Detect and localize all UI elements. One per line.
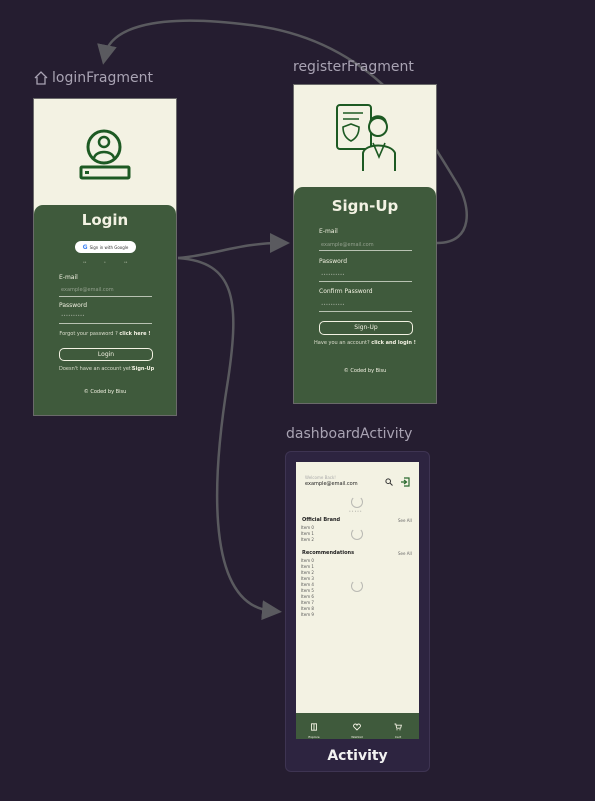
banner-loading-spinner <box>351 496 363 508</box>
register-email-underline <box>319 250 412 251</box>
register-footer: © Coded by Bisu <box>343 368 387 374</box>
official-loading-spinner <box>351 528 363 540</box>
recommendation-item[interactable]: Item 8 <box>301 606 314 611</box>
recommendation-item[interactable]: Item 7 <box>301 600 314 605</box>
google-signin-label: Sign in with Google <box>89 244 129 250</box>
official-item[interactable]: Item 2 <box>301 537 314 542</box>
google-icon: G <box>82 243 88 251</box>
login-email-label: E-mail <box>59 274 78 281</box>
arrow-login-to-dashboard <box>177 256 282 621</box>
recommendation-item[interactable]: Item 6 <box>301 594 314 599</box>
login-password-input[interactable]: •••••••••• <box>61 313 85 318</box>
home-icon <box>34 71 48 85</box>
recommendations-title: Recommendations <box>302 550 355 556</box>
dashboard-destination-label[interactable]: dashboardActivity <box>286 426 412 442</box>
user-email: example@email.com <box>305 481 358 487</box>
register-title: Sign-Up <box>331 197 399 215</box>
login-screen[interactable]: Login G Sign in with Google •• • •• E-ma… <box>33 98 177 416</box>
forgot-password-link[interactable]: click here ! <box>119 331 150 337</box>
nav-cart[interactable]: Cart <box>388 716 408 739</box>
wishlist-icon <box>353 723 361 731</box>
confirm-password-label: Confirm Password <box>319 288 373 295</box>
nav-explore-label: Explore <box>308 735 320 739</box>
login-email-underline <box>59 296 152 297</box>
signup-link[interactable]: Sign-Up <box>132 366 154 372</box>
profile-illustration <box>336 104 396 171</box>
register-password-label: Password <box>319 258 348 265</box>
nav-explore[interactable]: Explore <box>304 716 324 739</box>
no-account-text: Doesn't have an account yet? <box>59 366 134 372</box>
confirm-password-input[interactable]: •••••••••• <box>321 302 345 307</box>
nav-wishlist-label: Wishlist <box>351 735 363 739</box>
recommendations-loading-spinner <box>351 580 363 592</box>
activity-caption: Activity <box>327 748 388 764</box>
recommendation-item[interactable]: Item 5 <box>301 588 314 593</box>
divider-dot-3: •• <box>124 260 128 264</box>
dashboard-screen[interactable]: Welcome Back! example@email.com • • • • … <box>296 462 419 739</box>
nav-wishlist[interactable]: Wishlist <box>347 716 367 739</box>
official-brand-title: Official Brand <box>302 517 341 523</box>
recommendation-item[interactable]: Item 2 <box>301 570 314 575</box>
nav-cart-label: Cart <box>394 735 402 739</box>
register-email-input[interactable]: example@email.com <box>321 242 374 248</box>
login-destination-label[interactable]: loginFragment <box>52 70 153 86</box>
register-email-label: E-mail <box>319 228 338 235</box>
user-account-icon <box>79 129 131 180</box>
recommendation-item[interactable]: Item 9 <box>301 612 314 617</box>
register-panel: Sign-Up E-mail example@email.com Passwor… <box>294 187 436 403</box>
register-screen[interactable]: Sign-Up E-mail example@email.com Passwor… <box>293 84 437 404</box>
google-signin-button[interactable]: G Sign in with Google <box>75 241 136 253</box>
register-password-underline <box>319 281 412 282</box>
login-link[interactable]: click and login ! <box>371 340 416 346</box>
login-button[interactable]: Login <box>59 348 153 361</box>
official-item[interactable]: Item 0 <box>301 525 314 530</box>
signup-button[interactable]: Sign-Up <box>319 321 413 335</box>
see-all-official[interactable]: See All <box>398 518 412 523</box>
login-footer: © Coded by Bisu <box>83 389 127 395</box>
arrow-login-to-register <box>177 233 290 260</box>
register-password-input[interactable]: •••••••••• <box>321 272 345 277</box>
login-password-label: Password <box>59 302 88 309</box>
search-icon[interactable] <box>385 478 393 486</box>
recommendation-item[interactable]: Item 1 <box>301 564 314 569</box>
see-all-recommendations[interactable]: See All <box>398 551 412 556</box>
register-destination-label[interactable]: registerFragment <box>293 59 414 75</box>
login-destination-header: loginFragment <box>33 70 153 86</box>
login-email-input[interactable]: example@email.com <box>61 287 114 293</box>
banner-page-dots: • • • • • <box>349 509 362 513</box>
welcome-text: Welcome Back! <box>305 475 336 480</box>
login-password-underline <box>59 323 152 324</box>
have-account-row: Have you an account? click and login ! <box>294 340 436 346</box>
forgot-password-text: Forgot your password ? <box>59 331 118 337</box>
cart-icon <box>394 723 402 731</box>
bottom-navigation: Explore Wishlist Cart <box>296 713 419 739</box>
explore-icon <box>311 723 317 731</box>
login-panel: Login G Sign in with Google •• • •• E-ma… <box>34 205 176 415</box>
recommendation-item[interactable]: Item 0 <box>301 558 314 563</box>
recommendation-item[interactable]: Item 4 <box>301 582 314 587</box>
divider-dot-1: •• <box>83 260 87 264</box>
have-account-text: Have you an account? <box>314 340 370 346</box>
confirm-password-underline <box>319 311 412 312</box>
logout-icon[interactable] <box>400 477 410 487</box>
recommendation-item[interactable]: Item 3 <box>301 576 314 581</box>
login-title: Login <box>81 211 129 229</box>
divider-dot-2: • <box>104 260 106 264</box>
forgot-password-row: Forgot your password ? click here ! <box>34 331 176 337</box>
dashboard-activity-node[interactable]: Welcome Back! example@email.com • • • • … <box>285 451 430 772</box>
official-item[interactable]: Item 1 <box>301 531 314 536</box>
